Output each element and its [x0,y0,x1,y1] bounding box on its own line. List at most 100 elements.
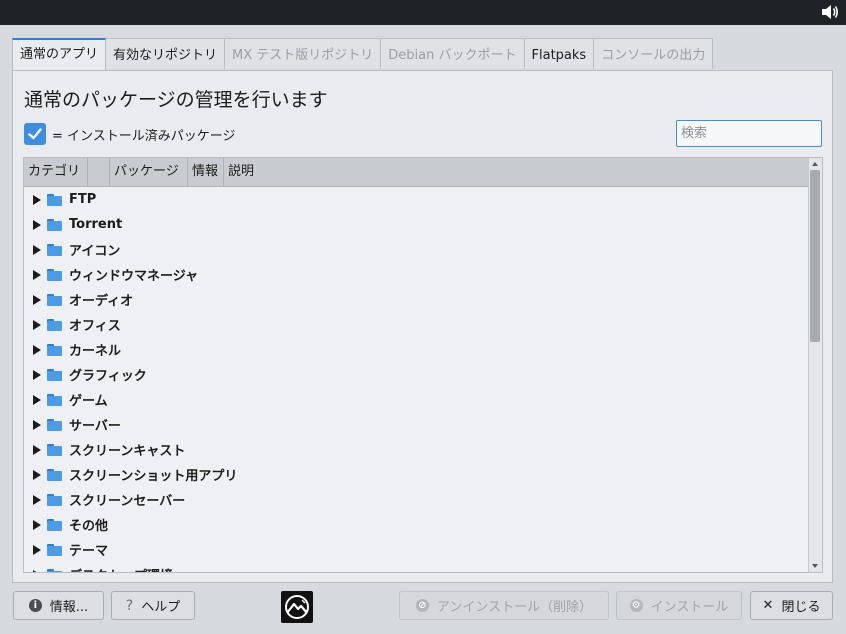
expand-arrow-icon[interactable] [33,344,41,355]
column-header-info[interactable]: 情報 [188,158,224,186]
category-row[interactable]: ウィンドウマネージャ [24,262,809,287]
tab-4[interactable]: Debian バックポート [381,38,525,69]
category-label: スクリーンセーバー [69,494,186,509]
category-row[interactable]: デスクトップ環境 [24,562,809,572]
category-label: ゲーム [69,394,108,409]
scroll-down-icon[interactable] [812,564,818,568]
folder-icon [47,243,62,256]
about-button[interactable]: i 情報... [13,591,104,620]
category-row[interactable]: アイコン [24,237,809,262]
column-header-description[interactable]: 説明 [224,158,809,186]
expand-arrow-icon[interactable] [33,569,41,572]
vertical-scrollbar[interactable] [808,158,822,572]
tab-5[interactable]: Flatpaks [524,38,595,69]
expand-arrow-icon[interactable] [33,444,41,455]
expand-arrow-icon[interactable] [33,219,41,230]
category-row[interactable]: オフィス [24,312,809,337]
install-button[interactable]: ⚙ インストール [616,591,742,620]
scroll-up-icon[interactable] [812,162,818,166]
scrollbar-thumb[interactable] [810,170,820,342]
category-label: オフィス [69,319,121,334]
close-button-label: 閉じる [781,600,821,615]
category-row[interactable]: オーディオ [24,287,809,312]
expand-arrow-icon[interactable] [33,244,41,255]
folder-icon [47,393,62,406]
install-button-label: インストール [650,600,729,615]
tab-1[interactable]: 通常のアプリ [12,38,107,71]
category-label: ウィンドウマネージャ [69,269,199,284]
button-bar: i 情報... ? ヘルプ ⊘ アンインストール（削除） ⚙ インストール ✕ … [0,591,846,623]
legend-text: = インストール済みパッケージ [52,128,236,144]
expand-arrow-icon[interactable] [33,269,41,280]
category-label: スクリーンキャスト [69,444,186,459]
package-tree[interactable]: カテゴリ パッケージ 情報 説明 FTP Torrent アイコンウィンドウマネージ… [23,157,823,573]
close-button[interactable]: ✕ 閉じる [750,591,833,620]
folder-icon [47,368,62,381]
category-label: FTP [69,192,97,207]
main-panel: 通常のパッケージの管理を行います = インストール済みパッケージ カテゴリ パッ… [12,70,833,583]
category-row[interactable]: FTP [24,187,809,212]
folder-icon [47,493,62,506]
expand-arrow-icon[interactable] [33,519,41,530]
search-input[interactable] [676,120,822,147]
category-row[interactable]: スクリーンショット用アプリ [24,462,809,487]
mx-logo-icon [281,591,313,623]
folder-icon [47,568,62,572]
uninstall-button[interactable]: ⊘ アンインストール（削除） [399,591,609,620]
question-icon: ? [125,597,134,614]
category-label: Torrent [69,217,123,232]
expand-arrow-icon[interactable] [33,194,41,205]
folder-icon [47,318,62,331]
help-button[interactable]: ? ヘルプ [111,591,195,620]
installed-legend: = インストール済みパッケージ [24,123,236,145]
volume-icon[interactable] [820,2,840,22]
column-header-category[interactable]: カテゴリ [24,158,88,186]
expand-arrow-icon[interactable] [33,544,41,555]
help-button-label: ヘルプ [141,600,181,615]
category-label: オーディオ [69,294,134,309]
folder-icon [47,343,62,356]
category-row[interactable]: カーネル [24,337,809,362]
expand-arrow-icon[interactable] [33,319,41,330]
category-list: FTP Torrent アイコンウィンドウマネージャ オーディオオフィスカーネルグラフ… [24,187,809,572]
category-label: アイコン [69,244,121,259]
expand-arrow-icon[interactable] [33,494,41,505]
category-row[interactable]: その他 [24,512,809,537]
gear-icon: ⚙ [629,599,643,612]
category-label: デスクトップ環境 [69,565,173,572]
folder-icon [47,543,62,556]
column-header-blank[interactable] [88,158,110,186]
category-label: スクリーンショット用アプリ [69,469,238,484]
tab-6[interactable]: コンソールの出力 [594,38,714,69]
tab-bar: 通常のアプリ 有効なリポジトリ MX テスト版リポジトリ Debian バックポート F… [12,38,714,71]
info-icon: i [28,599,42,612]
checkmark-icon [24,123,46,145]
tab-2[interactable]: 有効なリポジトリ [106,38,226,69]
category-row[interactable]: Torrent [24,212,809,237]
expand-arrow-icon[interactable] [33,369,41,380]
expand-arrow-icon[interactable] [33,394,41,405]
close-icon: ✕ [762,598,774,613]
tab-3[interactable]: MX テスト版リポジトリ [225,38,382,69]
folder-icon [47,218,62,231]
category-row[interactable]: スクリーンキャスト [24,437,809,462]
column-header-package[interactable]: パッケージ [110,158,188,186]
expand-arrow-icon[interactable] [33,469,41,480]
folder-icon [47,468,62,481]
folder-icon [47,268,62,281]
category-row[interactable]: ゲーム [24,387,809,412]
folder-icon [47,193,62,206]
category-label: テーマ [69,544,109,559]
expand-arrow-icon[interactable] [33,294,41,305]
category-label: グラフィック [69,369,147,384]
folder-icon [47,518,62,531]
category-label: カーネル [69,344,122,359]
uninstall-button-label: アンインストール（削除） [436,600,593,615]
category-label: その他 [69,519,109,534]
expand-arrow-icon[interactable] [33,419,41,430]
category-row[interactable]: スクリーンセーバー [24,487,809,512]
category-row[interactable]: サーバー [24,412,809,437]
folder-icon [47,443,62,456]
category-row[interactable]: グラフィック [24,362,809,387]
category-row[interactable]: テーマ [24,537,809,562]
